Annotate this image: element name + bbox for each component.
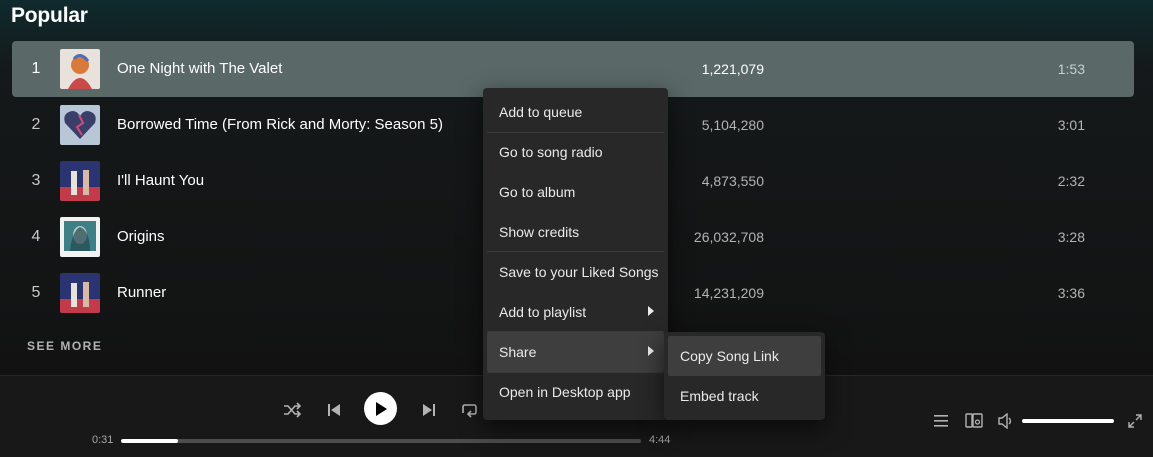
play-count: 14,231,209 bbox=[693, 285, 764, 301]
total-time: 4:44 bbox=[649, 434, 671, 446]
track-title[interactable]: One Night with The Valet bbox=[117, 41, 282, 97]
play-button[interactable] bbox=[364, 392, 397, 425]
album-art bbox=[60, 49, 100, 89]
volume-fill bbox=[1022, 419, 1114, 423]
track-title[interactable]: Origins bbox=[117, 209, 165, 265]
track-duration: 3:36 bbox=[1057, 285, 1085, 301]
repeat-icon[interactable] bbox=[459, 400, 479, 420]
album-art bbox=[60, 105, 100, 145]
submenu-arrow-icon bbox=[648, 346, 654, 356]
elapsed-time: 0:31 bbox=[92, 434, 114, 446]
track-title[interactable]: Runner bbox=[117, 265, 166, 321]
previous-icon[interactable] bbox=[324, 400, 344, 420]
track-duration: 3:01 bbox=[1057, 117, 1085, 133]
track-duration: 3:28 bbox=[1057, 229, 1085, 245]
album-art bbox=[60, 161, 100, 201]
menu-item-label: Add to playlist bbox=[499, 304, 587, 320]
album-art bbox=[60, 217, 100, 257]
devices-icon[interactable] bbox=[965, 412, 983, 430]
menu-item-add-to-playlist[interactable]: Add to playlist bbox=[487, 292, 664, 332]
menu-item-go-to-album[interactable]: Go to album bbox=[487, 172, 664, 212]
context-menu: Add to queue Go to song radio Go to albu… bbox=[483, 88, 668, 420]
menu-item-add-to-queue[interactable]: Add to queue bbox=[487, 92, 664, 132]
progress-bar[interactable] bbox=[121, 439, 641, 443]
track-title[interactable]: I'll Haunt You bbox=[117, 153, 204, 209]
album-art bbox=[60, 273, 100, 313]
play-count: 5,104,280 bbox=[701, 117, 764, 133]
menu-item-show-credits[interactable]: Show credits bbox=[487, 212, 664, 252]
queue-icon[interactable] bbox=[932, 412, 950, 430]
play-count: 26,032,708 bbox=[693, 229, 764, 245]
volume-slider[interactable] bbox=[1022, 419, 1114, 423]
track-number: 4 bbox=[31, 228, 41, 245]
menu-item-embed-track[interactable]: Embed track bbox=[668, 376, 821, 416]
volume-icon[interactable] bbox=[997, 412, 1015, 430]
menu-item-save-liked[interactable]: Save to your Liked Songs bbox=[487, 252, 664, 292]
see-more-button[interactable]: SEE MORE bbox=[27, 339, 102, 353]
track-number: 1 bbox=[31, 60, 41, 77]
menu-item-share[interactable]: Share bbox=[487, 332, 664, 372]
track-number: 2 bbox=[31, 116, 41, 133]
play-icon bbox=[375, 401, 387, 416]
track-number: 5 bbox=[31, 284, 41, 301]
menu-item-label: Share bbox=[499, 344, 537, 360]
next-icon[interactable] bbox=[419, 400, 439, 420]
menu-item-copy-song-link[interactable]: Copy Song Link bbox=[668, 336, 821, 376]
track-title[interactable]: Borrowed Time (From Rick and Morty: Seas… bbox=[117, 97, 443, 153]
play-count: 1,221,079 bbox=[701, 61, 764, 77]
shuffle-icon[interactable] bbox=[282, 400, 302, 420]
track-number: 3 bbox=[31, 172, 41, 189]
progress-fill bbox=[121, 439, 179, 443]
track-duration: 2:32 bbox=[1057, 173, 1085, 189]
submenu-arrow-icon bbox=[648, 306, 654, 316]
fullscreen-icon[interactable] bbox=[1126, 412, 1144, 430]
menu-item-song-radio[interactable]: Go to song radio bbox=[487, 132, 664, 172]
share-submenu: Copy Song Link Embed track bbox=[664, 332, 825, 420]
section-title: Popular bbox=[11, 4, 88, 27]
play-count: 4,873,550 bbox=[701, 173, 764, 189]
track-duration: 1:53 bbox=[1057, 61, 1085, 77]
menu-item-open-desktop[interactable]: Open in Desktop app bbox=[487, 372, 664, 412]
